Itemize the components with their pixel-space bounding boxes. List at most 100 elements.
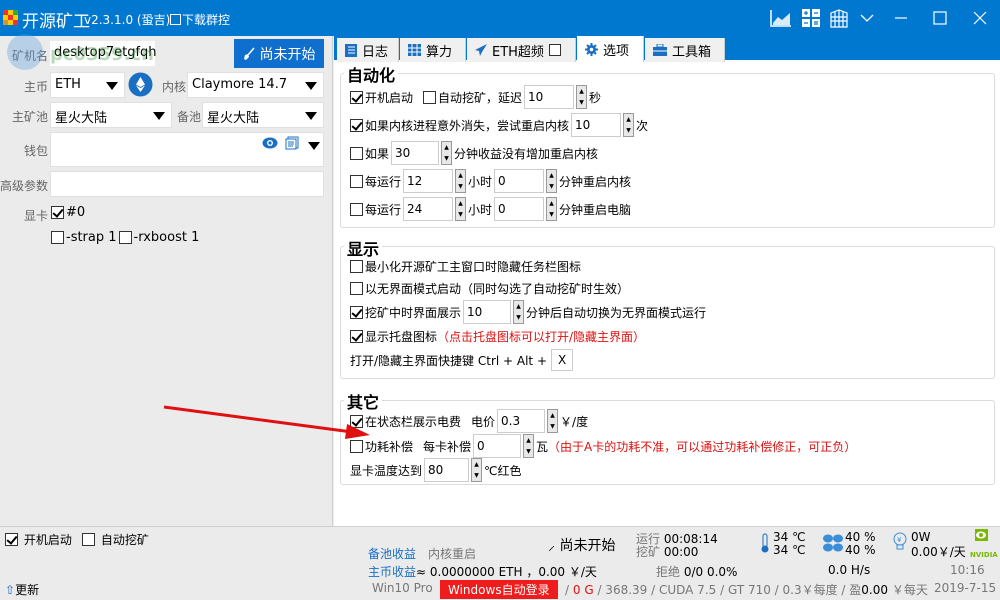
- automine-delay-spinner[interactable]: 10 ▲ ▼: [524, 85, 588, 109]
- status-automine[interactable]: 自动挖矿: [82, 531, 149, 548]
- spin-up-icon[interactable]: ▲: [548, 410, 557, 421]
- spin-up-icon[interactable]: ▲: [472, 459, 481, 470]
- spin-down-icon[interactable]: ▼: [442, 153, 451, 164]
- per-card-value[interactable]: 0: [473, 434, 522, 458]
- spin-down-icon[interactable]: ▼: [456, 209, 465, 220]
- restart-kernel-times-value[interactable]: 10: [571, 113, 622, 137]
- kernel-mins-spinner[interactable]: 0 ▲ ▼: [494, 169, 558, 193]
- temp-spinner[interactable]: 80 ▲ ▼: [424, 458, 483, 482]
- tab-options[interactable]: 选项: [577, 36, 644, 62]
- status-autostart-checkbox[interactable]: [5, 533, 18, 546]
- spin-up-icon[interactable]: ▲: [577, 86, 586, 97]
- eth-overclock-checkbox[interactable]: [548, 44, 561, 56]
- status-autostart[interactable]: 开机启动: [5, 531, 72, 548]
- miner-name-input[interactable]: desktop7etgfqh: [50, 41, 157, 66]
- wallet-input[interactable]: [50, 132, 324, 167]
- automine-delay-value[interactable]: 10: [524, 85, 575, 109]
- spin-down-icon[interactable]: ▼: [577, 97, 586, 108]
- pc-hours-value[interactable]: 24: [403, 197, 454, 221]
- pc-hours-spinner[interactable]: 24 ▲ ▼: [403, 197, 467, 221]
- kernel-value: Claymore 14.7: [192, 77, 288, 92]
- restart-kernel-every-checkbox[interactable]: [350, 174, 363, 188]
- pc-mins-value[interactable]: 0: [494, 197, 545, 221]
- maximize-button[interactable]: [927, 6, 953, 30]
- pc-mins-spinner[interactable]: 0 ▲ ▼: [494, 197, 558, 221]
- spin-down-icon[interactable]: ▼: [548, 421, 557, 432]
- spin-down-icon[interactable]: ▼: [547, 181, 556, 192]
- group-control-link[interactable]: 下载群控: [170, 11, 230, 28]
- headless-checkbox[interactable]: [350, 282, 363, 295]
- kernel-hours-spinner[interactable]: 12 ▲ ▼: [403, 169, 467, 193]
- show-ui-value[interactable]: 10: [463, 300, 512, 324]
- building-button[interactable]: [826, 6, 852, 30]
- restart-kernel-checkbox[interactable]: [350, 118, 363, 132]
- tray-checkbox[interactable]: [350, 330, 363, 343]
- coin-select[interactable]: ETH: [50, 72, 125, 98]
- tab-log[interactable]: 日志: [337, 38, 399, 62]
- spin-down-icon[interactable]: ▼: [624, 125, 633, 136]
- tab-toolbox[interactable]: 工具箱: [645, 38, 725, 62]
- no-income-spinner[interactable]: 30 ▲ ▼: [391, 141, 453, 165]
- spin-up-icon[interactable]: ▲: [547, 170, 556, 181]
- spin-up-icon[interactable]: ▲: [442, 142, 451, 153]
- eye-icon[interactable]: [262, 137, 278, 149]
- pool-select[interactable]: 星火大陆: [50, 102, 172, 128]
- spin-up-icon[interactable]: ▲: [624, 114, 633, 125]
- rxboost-checkbox[interactable]: [118, 231, 132, 244]
- hotkey-key-input[interactable]: X: [551, 349, 574, 371]
- tab-eth-overclock[interactable]: ETH超频: [467, 38, 576, 62]
- wallet-dropdown-icon[interactable]: [308, 142, 320, 150]
- spin-up-icon[interactable]: ▲: [514, 301, 523, 312]
- backup-pool-select[interactable]: 星火大陆: [202, 102, 324, 128]
- win-autologin-badge[interactable]: Windows自动登录: [440, 580, 558, 599]
- show-ui-checkbox[interactable]: [350, 305, 363, 319]
- spin-up-icon[interactable]: ▲: [456, 170, 465, 181]
- gpu-0-checkbox[interactable]: [51, 206, 64, 219]
- spin-down-icon[interactable]: ▼: [472, 470, 481, 481]
- no-income-checkbox[interactable]: [350, 146, 363, 160]
- close-button[interactable]: [967, 6, 993, 30]
- autostart-checkbox[interactable]: [350, 90, 363, 104]
- adv-params-input[interactable]: [50, 171, 324, 197]
- kernel-label: 内核: [161, 80, 186, 94]
- status-automine-checkbox[interactable]: [82, 533, 95, 546]
- gpu-checkbox-row[interactable]: #0: [51, 205, 85, 220]
- start-button[interactable]: 尚未开始: [234, 39, 324, 68]
- show-ui-spinner[interactable]: 10 ▲ ▼: [463, 300, 525, 324]
- spin-up-icon[interactable]: ▲: [524, 435, 533, 446]
- strap-checkbox[interactable]: [51, 231, 64, 244]
- status-automine-label: 自动挖矿: [100, 533, 149, 547]
- calculator-button[interactable]: [798, 6, 824, 30]
- profit-suffix: ￥每天: [891, 583, 928, 597]
- tab-hashrate[interactable]: 算力: [400, 38, 466, 62]
- backup-income-link[interactable]: 备池收益: [368, 545, 416, 562]
- strap-row[interactable]: -strap 1 -rxboost 1: [51, 230, 199, 245]
- copy-icon[interactable]: [285, 136, 299, 150]
- spin-up-icon[interactable]: ▲: [547, 198, 556, 209]
- kernel-hours-value[interactable]: 12: [403, 169, 454, 193]
- price-value[interactable]: 0.3: [497, 409, 546, 433]
- restart-pc-every-checkbox[interactable]: [350, 202, 363, 216]
- main-income-label[interactable]: 主币收益: [368, 565, 416, 579]
- chart-button[interactable]: [768, 6, 794, 30]
- per-card-spinner[interactable]: 0 ▲ ▼: [473, 434, 535, 458]
- price-spinner[interactable]: 0.3 ▲ ▼: [497, 409, 559, 433]
- minimize-button[interactable]: [888, 6, 914, 30]
- kernel-select[interactable]: Claymore 14.7: [187, 72, 324, 98]
- spin-down-icon[interactable]: ▼: [514, 312, 523, 323]
- spin-down-icon[interactable]: ▼: [547, 209, 556, 220]
- tab-bar: 日志 算力 ETH超频 选项 工具箱: [334, 36, 1000, 62]
- automine-checkbox[interactable]: [423, 90, 437, 104]
- spin-down-icon[interactable]: ▼: [524, 446, 533, 457]
- power-comp-checkbox[interactable]: [350, 439, 363, 453]
- hide-taskbar-checkbox[interactable]: [350, 260, 363, 273]
- update-link[interactable]: ⇧更新: [5, 581, 39, 598]
- restart-kernel-times-spinner[interactable]: 10 ▲ ▼: [571, 113, 635, 137]
- no-income-value[interactable]: 30: [391, 141, 440, 165]
- spin-down-icon[interactable]: ▼: [456, 181, 465, 192]
- temp-value[interactable]: 80: [424, 458, 470, 482]
- spin-up-icon[interactable]: ▲: [456, 198, 465, 209]
- dropdown-button[interactable]: [854, 6, 880, 30]
- power-cost-checkbox[interactable]: [350, 414, 363, 428]
- kernel-mins-value[interactable]: 0: [494, 169, 545, 193]
